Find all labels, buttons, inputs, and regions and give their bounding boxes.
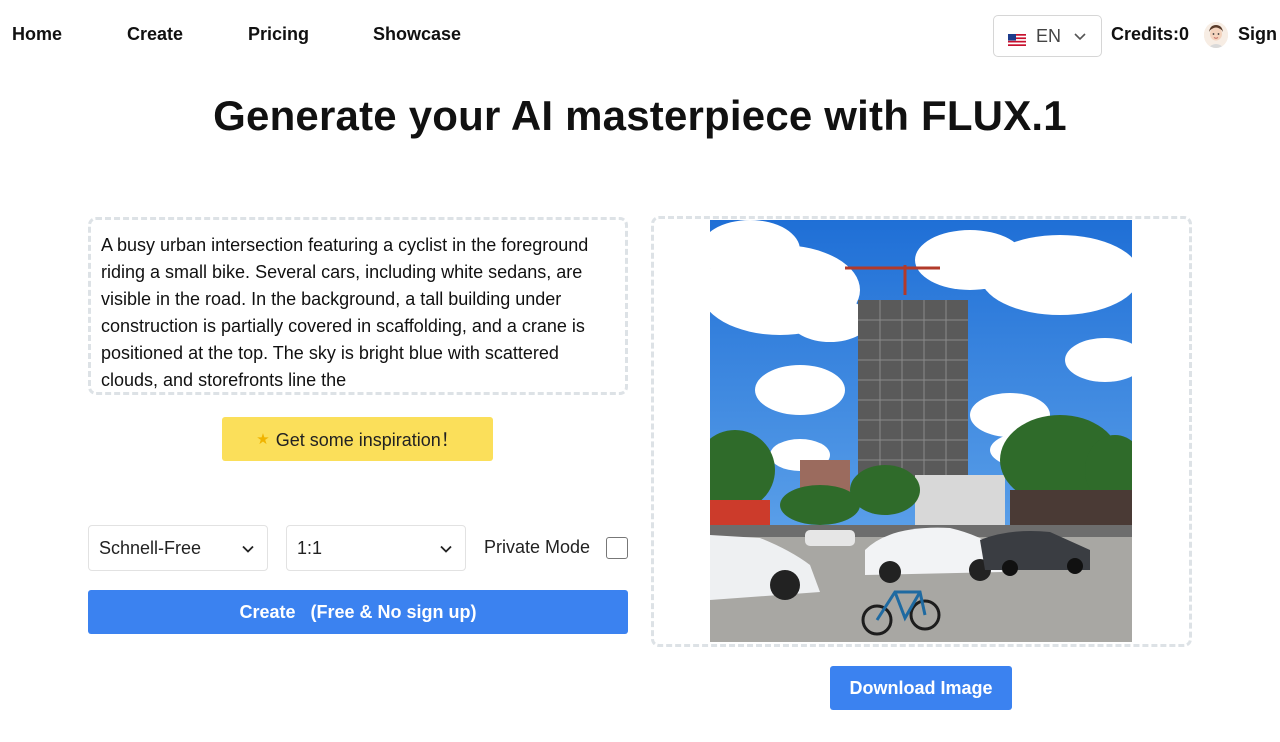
us-flag-icon bbox=[1008, 30, 1026, 46]
create-button[interactable]: Create (Free & No sign up) bbox=[88, 590, 628, 634]
avatar[interactable] bbox=[1204, 22, 1228, 48]
inspiration-label: Get some inspiration！ bbox=[275, 430, 459, 450]
nav-home[interactable]: Home bbox=[12, 24, 62, 45]
prompt-container: A busy urban intersection featuring a cy… bbox=[88, 217, 628, 395]
language-code: EN bbox=[1036, 25, 1062, 46]
chevron-down-icon bbox=[242, 545, 254, 553]
chevron-down-icon bbox=[440, 545, 452, 553]
top-nav: Home Create Pricing Showcase EN Credits:… bbox=[0, 0, 1280, 72]
nav-pricing[interactable]: Pricing bbox=[248, 24, 309, 45]
sign-in-link[interactable]: Sign bbox=[1238, 24, 1277, 45]
page-title: Generate your AI masterpiece with FLUX.1 bbox=[213, 92, 1067, 139]
credits-count: Credits:0 bbox=[1111, 24, 1190, 44]
chevron-down-icon bbox=[1074, 33, 1086, 41]
prompt-input[interactable]: A busy urban intersection featuring a cy… bbox=[101, 232, 615, 392]
star-icon: ★ bbox=[256, 431, 270, 448]
model-select[interactable]: Schnell-Free bbox=[88, 525, 268, 571]
nav-create[interactable]: Create bbox=[127, 24, 183, 45]
private-mode-label: Private Mode bbox=[484, 537, 591, 557]
inspiration-button[interactable]: ★ Get some inspiration！ bbox=[222, 417, 493, 461]
model-select-value: Schnell-Free bbox=[99, 537, 202, 558]
language-selector[interactable]: EN bbox=[993, 15, 1102, 57]
nav-showcase[interactable]: Showcase bbox=[373, 24, 461, 45]
download-image-button[interactable]: Download Image bbox=[830, 666, 1012, 710]
ratio-select[interactable]: 1:1 bbox=[286, 525, 466, 571]
ratio-select-value: 1:1 bbox=[297, 537, 323, 558]
private-mode-checkbox[interactable] bbox=[606, 537, 628, 559]
generated-image bbox=[710, 220, 1132, 642]
